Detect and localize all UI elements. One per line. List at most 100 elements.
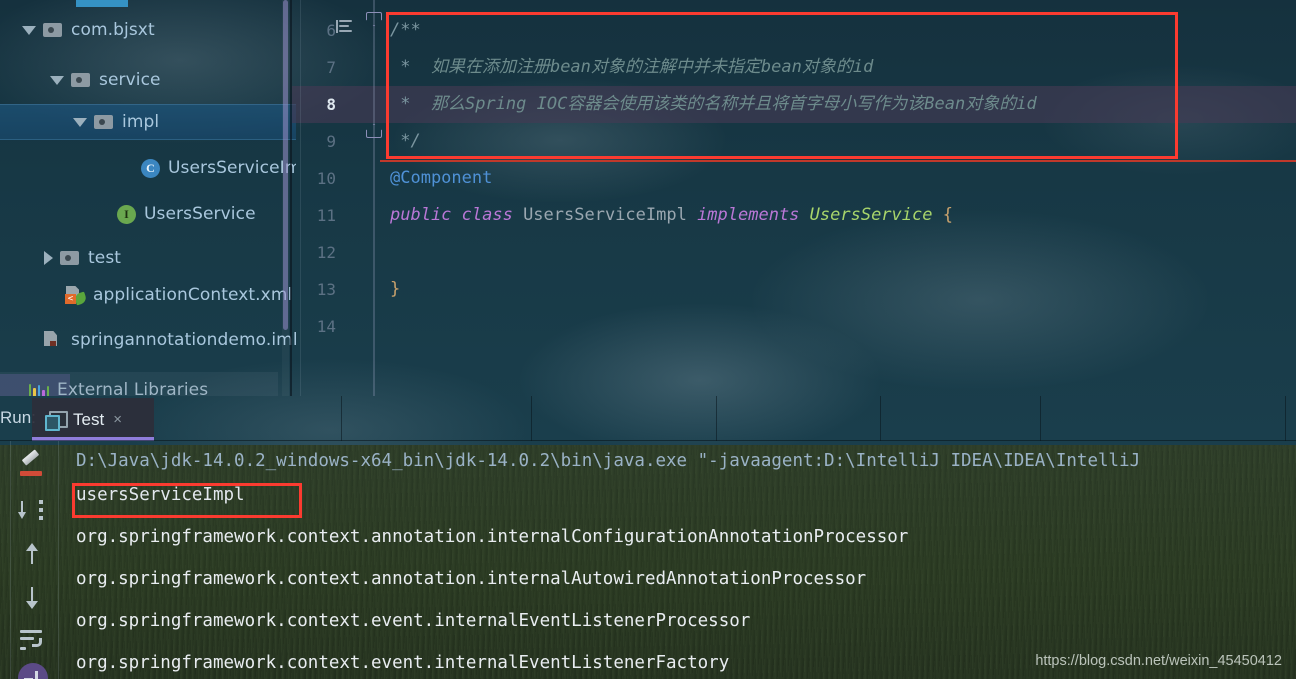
code-token: { <box>942 205 953 225</box>
line-number: 9 <box>326 132 336 151</box>
code-text: /** <box>390 12 421 49</box>
tree-item-impl[interactable]: impl <box>0 104 296 140</box>
console-output[interactable]: D:\Java\jdk-14.0.2_windows-x64_bin\jdk-1… <box>62 441 1296 679</box>
tree-item-label: UsersServiceImpl <box>168 158 296 178</box>
run-status-icon[interactable] <box>18 663 48 679</box>
module-iml-icon <box>43 331 63 349</box>
tree-item-label: UsersService <box>144 204 256 224</box>
editor-line[interactable] <box>292 12 1296 49</box>
spring-leaf-icon <box>73 291 88 306</box>
code-text: @Component <box>390 160 492 197</box>
tree-item-external-libraries[interactable]: External Libraries <box>0 372 296 396</box>
java-interface-icon: I <box>117 204 136 224</box>
close-icon[interactable]: × <box>113 411 122 428</box>
tree-item-label: com.bjsxt <box>71 20 155 40</box>
tabbar-separator <box>716 396 717 441</box>
editor-error-stripe <box>380 160 1296 162</box>
tabbar-separator <box>1040 396 1041 441</box>
console-line: org.springframework.context.annotation.i… <box>76 527 909 547</box>
toolbar-divider-left <box>10 441 11 679</box>
sort-arrow-head-icon <box>18 512 26 519</box>
project-scrollbar-thumb[interactable] <box>283 0 288 330</box>
highlight-toggle-button[interactable] <box>18 449 46 481</box>
run-tool-window[interactable]: Run: Test × D:\Java\jdk-14.0.2_windows-x… <box>0 396 1296 679</box>
soft-wrap-line-icon <box>20 647 26 650</box>
tree-item-label: applicationContext.xml <box>93 285 293 305</box>
libraries-icon <box>29 382 50 396</box>
code-folding-rail <box>373 0 375 396</box>
run-tab-test[interactable]: Test × <box>32 398 154 441</box>
tree-item-springannotationdemo-iml[interactable]: springannotationdemo.iml <box>0 322 296 358</box>
arrow-up-head-icon <box>26 543 38 551</box>
tabbar-separator <box>880 396 881 441</box>
folder-icon <box>60 249 80 267</box>
pencil-icon <box>21 449 40 466</box>
line-number: 6 <box>326 21 336 40</box>
library-bar-icon <box>29 384 32 396</box>
line-number: 7 <box>326 58 336 77</box>
tree-item-applicationcontext-xml[interactable]: applicationContext.xml <box>0 277 296 313</box>
tree-item-usersserviceimpl[interactable]: C UsersServiceImpl <box>0 150 296 186</box>
ide-window: com.bjsxt service impl C UsersServiceImpl I Us… <box>0 0 1296 679</box>
tabbar-separator <box>1285 396 1286 441</box>
code-text: * 如果在添加注册bean对象的注解中并未指定bean对象的id <box>390 49 873 86</box>
library-bar-icon <box>37 385 41 396</box>
chevron-down-icon[interactable] <box>22 25 36 35</box>
run-tab-label: Test <box>73 409 105 429</box>
code-text: * 那么Spring IOC容器会使用该类的名称并且将首字母小写作为该Bean对… <box>390 86 1037 123</box>
console-line: org.springframework.context.annotation.i… <box>76 569 867 589</box>
line-number: 12 <box>316 243 336 262</box>
code-token: } <box>390 279 401 299</box>
code-token: * <box>390 94 431 114</box>
console-line: org.springframework.context.event.intern… <box>76 653 730 673</box>
pencil-underline-icon <box>20 471 42 476</box>
code-editor[interactable]: 6/** 7 * 如果在添加注册bean对象的注解中并未指定bean对象的id 8 … <box>292 0 1296 396</box>
spring-xml-icon <box>65 286 88 306</box>
code-token: * <box>390 57 431 77</box>
soft-wrap-icon <box>20 630 42 633</box>
tree-item-label: External Libraries <box>57 380 209 396</box>
folder-icon <box>43 21 63 39</box>
console-line: D:\Java\jdk-14.0.2_windows-x64_bin\jdk-1… <box>76 451 1141 471</box>
next-occurrence-button[interactable] <box>18 583 46 611</box>
chevron-right-icon[interactable] <box>44 251 53 265</box>
java-class-icon: C <box>141 158 160 178</box>
code-token: @Component <box>390 168 493 188</box>
chevron-down-icon[interactable] <box>73 117 87 127</box>
run-tab-bar[interactable]: Run: Test × <box>0 396 1296 441</box>
editor-line[interactable] <box>292 271 1296 308</box>
code-token: 那么Spring IOC容器会使用该类的名称并且将首字母小写作为该Bean对象的… <box>430 94 1037 114</box>
console-line: org.springframework.context.event.intern… <box>76 611 751 631</box>
code-text: */ <box>390 123 420 160</box>
tree-item-label: impl <box>122 112 160 132</box>
editor-line[interactable] <box>292 234 1296 271</box>
code-token: /** <box>390 20 421 40</box>
sort-alphabetically-button[interactable] <box>18 497 46 525</box>
code-token: implements <box>697 205 810 225</box>
line-number: 10 <box>316 169 336 188</box>
javadoc-gutter-icon[interactable] <box>336 20 354 33</box>
editor-line[interactable] <box>292 308 1296 345</box>
tree-item-usersservice[interactable]: I UsersService <box>0 196 296 232</box>
code-token: public class <box>390 205 524 225</box>
tabbar-separator <box>531 396 532 441</box>
project-tool-window[interactable]: com.bjsxt service impl C UsersServiceImpl I Us… <box>0 0 296 396</box>
tree-item-test[interactable]: test <box>0 240 296 276</box>
line-number: 14 <box>316 317 336 336</box>
tree-item-com-bjsxt[interactable]: com.bjsxt <box>0 12 296 48</box>
chevron-down-icon[interactable] <box>50 75 64 85</box>
tree-item-label: springannotationdemo.iml <box>71 330 296 350</box>
previous-occurrence-button[interactable] <box>18 541 46 569</box>
console-toolbar[interactable] <box>0 441 62 679</box>
console-line: usersServiceImpl <box>76 485 245 505</box>
soft-wrap-button[interactable] <box>18 629 46 657</box>
tree-item-service[interactable]: service <box>0 62 296 98</box>
editor-line[interactable] <box>292 123 1296 160</box>
code-text: } <box>390 271 400 308</box>
library-bar-icon <box>33 388 36 396</box>
toolbar-divider-right <box>58 441 59 679</box>
